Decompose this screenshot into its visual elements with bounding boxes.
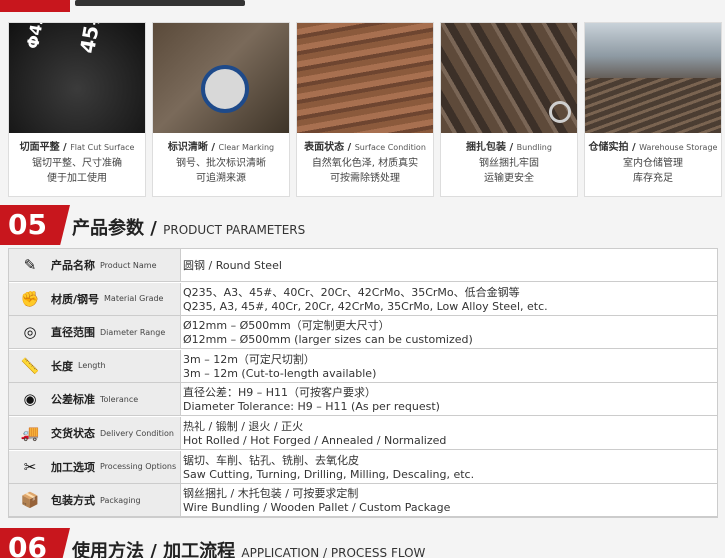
feature-desc: 自然氧化色泽, 材质真实 可按需除锈处理 [311,158,419,184]
section-05-header: 05 产品参数 / PRODUCT PARAMETERS [0,205,725,245]
param-label-cn: 直径范围 [51,326,95,340]
section-04-header-partial [0,0,725,14]
section-04-title-partial [75,0,245,6]
section-number-badge: 05 [0,205,70,245]
feature-card-warehouse: 仓储实拍 / Warehouse Storage 室内仓储管理 库存充足 [584,22,722,197]
stamp-diameter: Φ430 [23,23,50,51]
param-label-cn: 材质/钢号 [51,292,100,306]
param-label-en: Tolerance [100,394,139,404]
target-icon: ◉ [23,390,37,409]
fist-icon: ✊ [20,289,40,308]
warehouse-photo [585,23,721,133]
param-label-en: Processing Options [100,462,177,472]
param-row: ✂ 加工选项 Processing Options 锯切、车削、钻孔、铣削、去氧化皮 S… [9,450,717,484]
parameter-table: ✎ 产品名称 Product Name 圆钢 / Round Steel ✊ 材质/钢号 M… [8,248,718,518]
param-value-en: Diameter Tolerance: H9 – H11 (As per req… [183,400,440,414]
bundling-photo [441,23,577,133]
param-value-cell: 圆钢 / Round Steel [181,249,282,281]
section-number-badge: 06 [0,528,70,558]
truck-icon: 🚚 [20,424,40,442]
param-row: 📏 长度 Length 3m – 12m（可定尺切割） 3m – 12m (Cut-to… [9,349,717,383]
param-value-cell: 钢丝捆扎 / 木托包装 / 可按要求定制 Wire Bundling / Wood… [181,484,450,516]
param-label-cn: 长度 [51,359,73,373]
tools-icon: ✂ [23,457,37,476]
feature-title: 捆扎包装 / Bundling [466,142,552,153]
feature-title: 标识清晰 / Clear Marking [167,142,275,153]
feature-title: 仓储实拍 / Warehouse Storage [588,142,718,153]
feature-title: 表面状态 / Surface Condition [304,142,426,153]
section-title: 使用方法 / 加工流程 APPLICATION / PROCESS FLOW [72,541,426,558]
param-value-cell: Ø12mm – Ø500mm（可定制更大尺寸） Ø12mm – Ø500mm (l… [181,316,473,348]
feature-desc: 钢号、批次标识清晰 可追溯来源 [176,158,266,184]
section-title: 产品参数 / PRODUCT PARAMETERS [72,218,306,239]
param-row: ✎ 产品名称 Product Name 圆钢 / Round Steel [9,249,717,282]
section-06-header: 06 使用方法 / 加工流程 APPLICATION / PROCESS FLO… [0,528,725,558]
param-row: 🚚 交货状态 Delivery Condition 热礼 / 锻制 / 退火 / 正火… [9,417,717,450]
param-label-cn: 加工选项 [51,460,95,474]
gauge-icon: ◎ [23,323,37,342]
flat-cut-photo: Φ430 45# [9,23,145,133]
param-value-cn: 圆钢 / Round Steel [183,259,282,272]
param-value-cn: 直径公差：H9 – H11（可按客户要求） [183,386,377,400]
param-value-cell: 热礼 / 锻制 / 退火 / 正火 Hot Rolled / Hot Forged… [181,417,446,449]
feature-desc: 锯切平整、尺寸准确 便于加工使用 [32,158,122,184]
param-label-cn: 交货状态 [51,427,95,440]
measure-icon: 📏 [20,356,40,375]
feature-card-bundling: 捆扎包装 / Bundling 钢丝捆扎牢固 运输更安全 [440,22,578,197]
section-04-number-badge [0,0,70,12]
param-label-cell: 📦 包装方式 Packaging [9,484,181,517]
param-label-cn: 包装方式 [51,494,95,508]
param-label-cell: ◎ 直径范围 Diameter Range [9,316,181,349]
param-label-cn: 公差标准 [51,393,95,407]
param-label-cell: ◉ 公差标准 Tolerance [9,383,181,416]
param-value-en: Ø12mm – Ø500mm (larger sizes can be cust… [183,333,473,347]
feature-card-surface: 表面状态 / Surface Condition 自然氧化色泽, 材质真实 可按需… [296,22,434,197]
param-label-cell: ✊ 材质/钢号 Material Grade [9,282,181,315]
feature-title: 切面平整 / Flat Cut Surface [19,142,135,153]
param-label-en: Product Name [100,260,157,270]
param-value-cell: 3m – 12m（可定尺切割） 3m – 12m (Cut-to-length a… [181,350,376,382]
param-label-en: Material Grade [104,294,164,304]
surface-photo [297,23,433,133]
param-value-en: Saw Cutting, Turning, Drilling, Milling,… [183,467,475,481]
box-icon: 📦 [20,491,40,510]
param-value-en: Hot Rolled / Hot Forged / Annealed / Nor… [183,434,447,447]
param-label-cell: ✂ 加工选项 Processing Options [9,450,181,483]
marking-photo [153,23,289,133]
param-value-cn: Ø12mm – Ø500mm（可定制更大尺寸） [183,319,390,333]
param-value-cn: 热礼 / 锻制 / 退火 / 正火 [183,420,304,433]
param-value-cn: 3m – 12m（可定尺切割） [183,352,315,366]
marking-label-sticker [201,65,249,113]
param-value-cell: Q235、A3、45#、40Cr、20Cr、42CrMo、35CrMo、低合金钢… [181,283,548,315]
param-value-cn: 锯切、车削、钻孔、铣削、去氧化皮 [183,453,359,467]
param-row: ✊ 材质/钢号 Material Grade Q235、A3、45#、40Cr、20C… [9,282,717,316]
feature-desc: 钢丝捆扎牢固 运输更安全 [479,158,539,184]
param-row: 📦 包装方式 Packaging 钢丝捆扎 / 木托包装 / 可按要求定制 Wire B… [9,484,717,518]
param-value-cn: Q235、A3、45#、40Cr、20Cr、42CrMo、35CrMo、低合金钢… [183,285,520,299]
wire-coil [549,101,571,123]
ruler-icon: ✎ [23,256,37,274]
param-label-cell: ✎ 产品名称 Product Name [9,249,181,281]
param-label-en: Packaging [100,495,141,505]
param-value-cell: 直径公差：H9 – H11（可按客户要求） Diameter Tolerance:… [181,383,440,415]
param-row: ◎ 直径范围 Diameter Range Ø12mm – Ø500mm（可定制更大尺… [9,316,717,350]
stamp-grade: 45# [75,23,107,56]
param-label-en: Length [78,361,106,371]
param-value-en: Wire Bundling / Wooden Pallet / Custom P… [183,501,451,515]
param-label-cell: 🚚 交货状态 Delivery Condition [9,417,181,449]
steel-rods [585,78,721,133]
param-value-cell: 锯切、车削、钻孔、铣削、去氧化皮 Saw Cutting, Turning, Dr… [181,451,474,483]
param-value-en: 3m – 12m (Cut-to-length available) [183,366,377,380]
feature-card-marking: 标识清晰 / Clear Marking 钢号、批次标识清晰 可追溯来源 [152,22,290,197]
param-row: ◉ 公差标准 Tolerance 直径公差：H9 – H11（可按客户要求） Diame… [9,383,717,417]
param-value-en: Q235, A3, 45#, 40Cr, 20Cr, 42CrMo, 35CrM… [183,299,548,313]
feature-desc: 室内仓储管理 库存充足 [623,158,683,184]
param-label-en: Diameter Range [100,327,166,337]
param-value-cn: 钢丝捆扎 / 木托包装 / 可按要求定制 [183,487,359,501]
feature-photo-row: Φ430 45# 切面平整 / Flat Cut Surface 锯切平整、尺寸… [8,22,722,197]
feature-card-flat-cut: Φ430 45# 切面平整 / Flat Cut Surface 锯切平整、尺寸… [8,22,146,197]
param-label-cn: 产品名称 [51,259,95,272]
param-label-en: Delivery Condition [100,428,174,438]
param-label-cell: 📏 长度 Length [9,349,181,382]
